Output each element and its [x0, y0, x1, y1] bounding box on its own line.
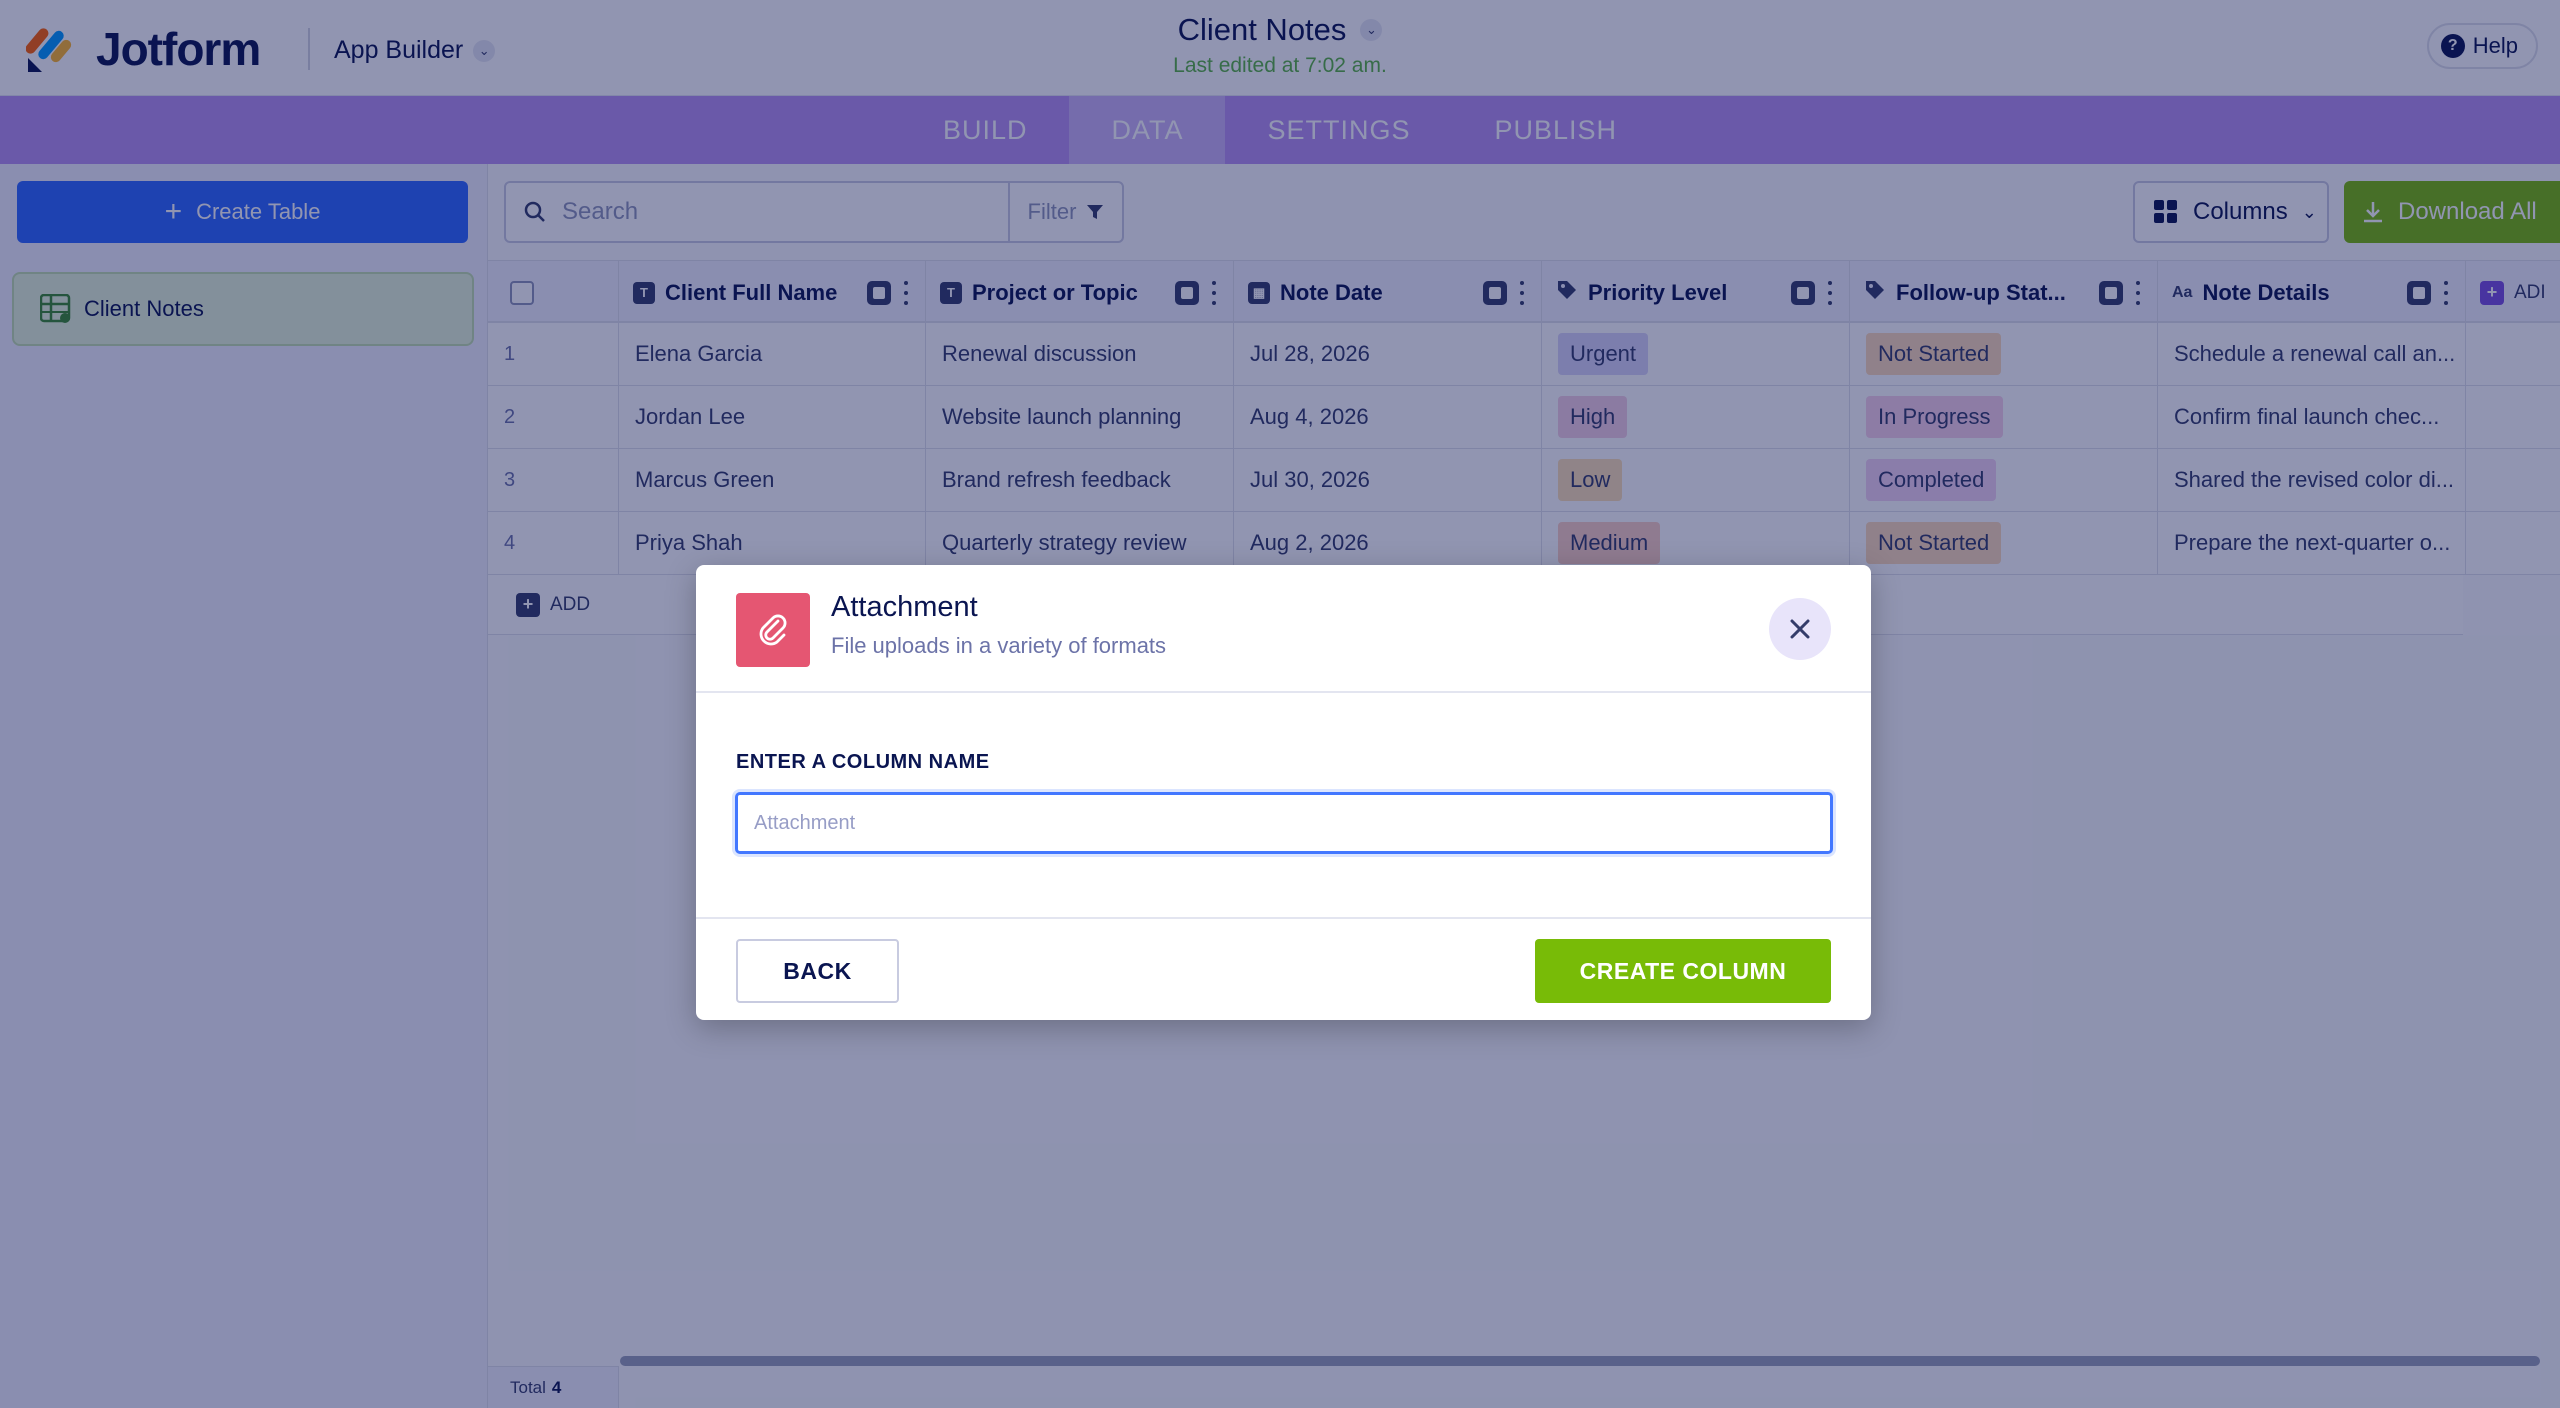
column-name-input[interactable]	[735, 792, 1833, 854]
close-button[interactable]	[1769, 598, 1831, 660]
dialog-header: Attachment File uploads in a variety of …	[696, 565, 1871, 693]
back-button[interactable]: BACK	[736, 939, 899, 1003]
add-column-dialog: Attachment File uploads in a variety of …	[696, 565, 1871, 1020]
dialog-title: Attachment	[831, 591, 978, 623]
column-name-label: ENTER A COLUMN NAME	[736, 751, 990, 773]
dialog-footer: BACK CREATE COLUMN	[696, 917, 1871, 1020]
close-icon	[1790, 619, 1810, 639]
create-column-button[interactable]: CREATE COLUMN	[1535, 939, 1831, 1003]
dialog-subtitle: File uploads in a variety of formats	[831, 633, 1167, 658]
paperclip-icon	[736, 593, 810, 667]
